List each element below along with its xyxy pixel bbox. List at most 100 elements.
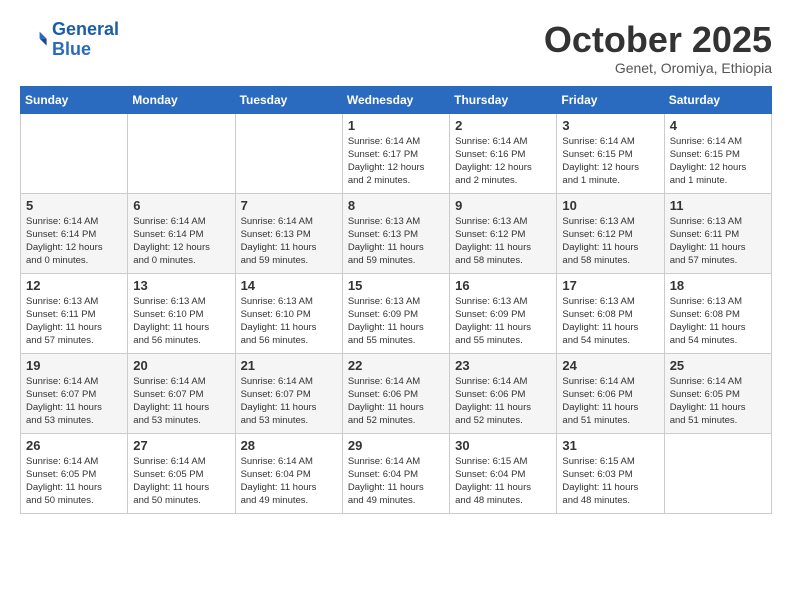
logo-line2: Blue xyxy=(52,39,91,59)
week-row: 1 Sunrise: 6:14 AM Sunset: 6:17 PM Daylig… xyxy=(21,113,772,193)
day-number: 16 xyxy=(455,278,551,293)
calendar-table: SundayMondayTuesdayWednesdayThursdayFrid… xyxy=(20,86,772,514)
calendar-cell xyxy=(235,113,342,193)
day-number: 7 xyxy=(241,198,337,213)
day-number: 27 xyxy=(133,438,229,453)
calendar-cell: 9 Sunrise: 6:13 AM Sunset: 6:12 PM Daylig… xyxy=(450,193,557,273)
calendar-cell: 18 Sunrise: 6:13 AM Sunset: 6:08 PM Dayli… xyxy=(664,273,771,353)
day-number: 18 xyxy=(670,278,766,293)
header-day: Wednesday xyxy=(342,86,449,113)
calendar-cell: 12 Sunrise: 6:13 AM Sunset: 6:11 PM Dayli… xyxy=(21,273,128,353)
day-info: Sunrise: 6:14 AM Sunset: 6:04 PM Dayligh… xyxy=(348,455,444,508)
day-info: Sunrise: 6:14 AM Sunset: 6:05 PM Dayligh… xyxy=(26,455,122,508)
day-number: 31 xyxy=(562,438,658,453)
calendar-cell xyxy=(128,113,235,193)
header-day: Monday xyxy=(128,86,235,113)
day-info: Sunrise: 6:13 AM Sunset: 6:08 PM Dayligh… xyxy=(670,295,766,348)
calendar-cell: 21Sunrise: 6:14 AM Sunset: 6:07 PM Dayli… xyxy=(235,353,342,433)
day-info: Sunrise: 6:13 AM Sunset: 6:12 PM Dayligh… xyxy=(455,215,551,268)
day-number: 26 xyxy=(26,438,122,453)
calendar-cell: 25Sunrise: 6:14 AM Sunset: 6:05 PM Dayli… xyxy=(664,353,771,433)
week-row: 19Sunrise: 6:14 AM Sunset: 6:07 PM Dayli… xyxy=(21,353,772,433)
day-number: 6 xyxy=(133,198,229,213)
calendar-cell: 13 Sunrise: 6:13 AM Sunset: 6:10 PM Dayli… xyxy=(128,273,235,353)
day-info: Sunrise: 6:14 AM Sunset: 6:15 PM Dayligh… xyxy=(562,135,658,188)
day-info: Sunrise: 6:14 AM Sunset: 6:07 PM Dayligh… xyxy=(133,375,229,428)
day-number: 9 xyxy=(455,198,551,213)
day-info: Sunrise: 6:13 AM Sunset: 6:09 PM Dayligh… xyxy=(455,295,551,348)
day-info: Sunrise: 6:15 AM Sunset: 6:03 PM Dayligh… xyxy=(562,455,658,508)
day-number: 1 xyxy=(348,118,444,133)
day-number: 11 xyxy=(670,198,766,213)
day-number: 14 xyxy=(241,278,337,293)
calendar-cell: 8 Sunrise: 6:13 AM Sunset: 6:13 PM Daylig… xyxy=(342,193,449,273)
day-number: 20 xyxy=(133,358,229,373)
day-number: 5 xyxy=(26,198,122,213)
day-number: 12 xyxy=(26,278,122,293)
day-info: Sunrise: 6:13 AM Sunset: 6:13 PM Dayligh… xyxy=(348,215,444,268)
header-day: Thursday xyxy=(450,86,557,113)
day-info: Sunrise: 6:14 AM Sunset: 6:14 PM Dayligh… xyxy=(26,215,122,268)
day-number: 25 xyxy=(670,358,766,373)
title-section: October 2025 Genet, Oromiya, Ethiopia xyxy=(544,20,772,76)
calendar-cell: 20 Sunrise: 6:14 AM Sunset: 6:07 PM Dayli… xyxy=(128,353,235,433)
day-number: 24 xyxy=(562,358,658,373)
calendar-cell: 16 Sunrise: 6:13 AM Sunset: 6:09 PM Dayli… xyxy=(450,273,557,353)
calendar-cell: 1 Sunrise: 6:14 AM Sunset: 6:17 PM Daylig… xyxy=(342,113,449,193)
day-number: 28 xyxy=(241,438,337,453)
day-info: Sunrise: 6:13 AM Sunset: 6:11 PM Dayligh… xyxy=(670,215,766,268)
day-number: 29 xyxy=(348,438,444,453)
day-info: Sunrise: 6:15 AM Sunset: 6:04 PM Dayligh… xyxy=(455,455,551,508)
calendar-cell: 2Sunrise: 6:14 AM Sunset: 6:16 PM Daylig… xyxy=(450,113,557,193)
day-number: 2 xyxy=(455,118,551,133)
logo-icon xyxy=(20,26,48,54)
week-row: 5 Sunrise: 6:14 AM Sunset: 6:14 PM Daylig… xyxy=(21,193,772,273)
day-info: Sunrise: 6:13 AM Sunset: 6:08 PM Dayligh… xyxy=(562,295,658,348)
day-info: Sunrise: 6:14 AM Sunset: 6:07 PM Dayligh… xyxy=(26,375,122,428)
calendar-cell: 7Sunrise: 6:14 AM Sunset: 6:13 PM Daylig… xyxy=(235,193,342,273)
day-info: Sunrise: 6:14 AM Sunset: 6:06 PM Dayligh… xyxy=(455,375,551,428)
calendar-cell: 3Sunrise: 6:14 AM Sunset: 6:15 PM Daylig… xyxy=(557,113,664,193)
day-number: 22 xyxy=(348,358,444,373)
calendar-cell: 4Sunrise: 6:14 AM Sunset: 6:15 PM Daylig… xyxy=(664,113,771,193)
day-info: Sunrise: 6:13 AM Sunset: 6:10 PM Dayligh… xyxy=(133,295,229,348)
day-info: Sunrise: 6:14 AM Sunset: 6:06 PM Dayligh… xyxy=(348,375,444,428)
calendar-cell: 10 Sunrise: 6:13 AM Sunset: 6:12 PM Dayli… xyxy=(557,193,664,273)
day-number: 15 xyxy=(348,278,444,293)
day-info: Sunrise: 6:13 AM Sunset: 6:11 PM Dayligh… xyxy=(26,295,122,348)
day-number: 8 xyxy=(348,198,444,213)
calendar-cell: 29 Sunrise: 6:14 AM Sunset: 6:04 PM Dayli… xyxy=(342,433,449,513)
logo-text: General Blue xyxy=(52,20,119,60)
day-info: Sunrise: 6:14 AM Sunset: 6:14 PM Dayligh… xyxy=(133,215,229,268)
calendar-cell: 14 Sunrise: 6:13 AM Sunset: 6:10 PM Dayli… xyxy=(235,273,342,353)
day-info: Sunrise: 6:14 AM Sunset: 6:04 PM Dayligh… xyxy=(241,455,337,508)
page-header: General Blue October 2025 Genet, Oromiya… xyxy=(20,20,772,76)
calendar-cell: 24 Sunrise: 6:14 AM Sunset: 6:06 PM Dayli… xyxy=(557,353,664,433)
day-number: 13 xyxy=(133,278,229,293)
day-info: Sunrise: 6:14 AM Sunset: 6:06 PM Dayligh… xyxy=(562,375,658,428)
calendar-cell: 11 Sunrise: 6:13 AM Sunset: 6:11 PM Dayli… xyxy=(664,193,771,273)
calendar-cell: 19Sunrise: 6:14 AM Sunset: 6:07 PM Dayli… xyxy=(21,353,128,433)
calendar-cell xyxy=(664,433,771,513)
day-info: Sunrise: 6:14 AM Sunset: 6:05 PM Dayligh… xyxy=(133,455,229,508)
day-number: 4 xyxy=(670,118,766,133)
header-row: SundayMondayTuesdayWednesdayThursdayFrid… xyxy=(21,86,772,113)
calendar-cell: 23Sunrise: 6:14 AM Sunset: 6:06 PM Dayli… xyxy=(450,353,557,433)
calendar-cell: 5 Sunrise: 6:14 AM Sunset: 6:14 PM Daylig… xyxy=(21,193,128,273)
logo-line1: General xyxy=(52,19,119,39)
week-row: 26 Sunrise: 6:14 AM Sunset: 6:05 PM Dayli… xyxy=(21,433,772,513)
calendar-cell: 30 Sunrise: 6:15 AM Sunset: 6:04 PM Dayli… xyxy=(450,433,557,513)
day-info: Sunrise: 6:13 AM Sunset: 6:10 PM Dayligh… xyxy=(241,295,337,348)
calendar-cell: 6 Sunrise: 6:14 AM Sunset: 6:14 PM Daylig… xyxy=(128,193,235,273)
day-info: Sunrise: 6:13 AM Sunset: 6:09 PM Dayligh… xyxy=(348,295,444,348)
day-number: 10 xyxy=(562,198,658,213)
calendar-cell: 26 Sunrise: 6:14 AM Sunset: 6:05 PM Dayli… xyxy=(21,433,128,513)
calendar-cell: 17 Sunrise: 6:13 AM Sunset: 6:08 PM Dayli… xyxy=(557,273,664,353)
day-info: Sunrise: 6:13 AM Sunset: 6:12 PM Dayligh… xyxy=(562,215,658,268)
day-info: Sunrise: 6:14 AM Sunset: 6:07 PM Dayligh… xyxy=(241,375,337,428)
day-info: Sunrise: 6:14 AM Sunset: 6:17 PM Dayligh… xyxy=(348,135,444,188)
day-number: 17 xyxy=(562,278,658,293)
header-day: Saturday xyxy=(664,86,771,113)
week-row: 12 Sunrise: 6:13 AM Sunset: 6:11 PM Dayli… xyxy=(21,273,772,353)
day-number: 30 xyxy=(455,438,551,453)
